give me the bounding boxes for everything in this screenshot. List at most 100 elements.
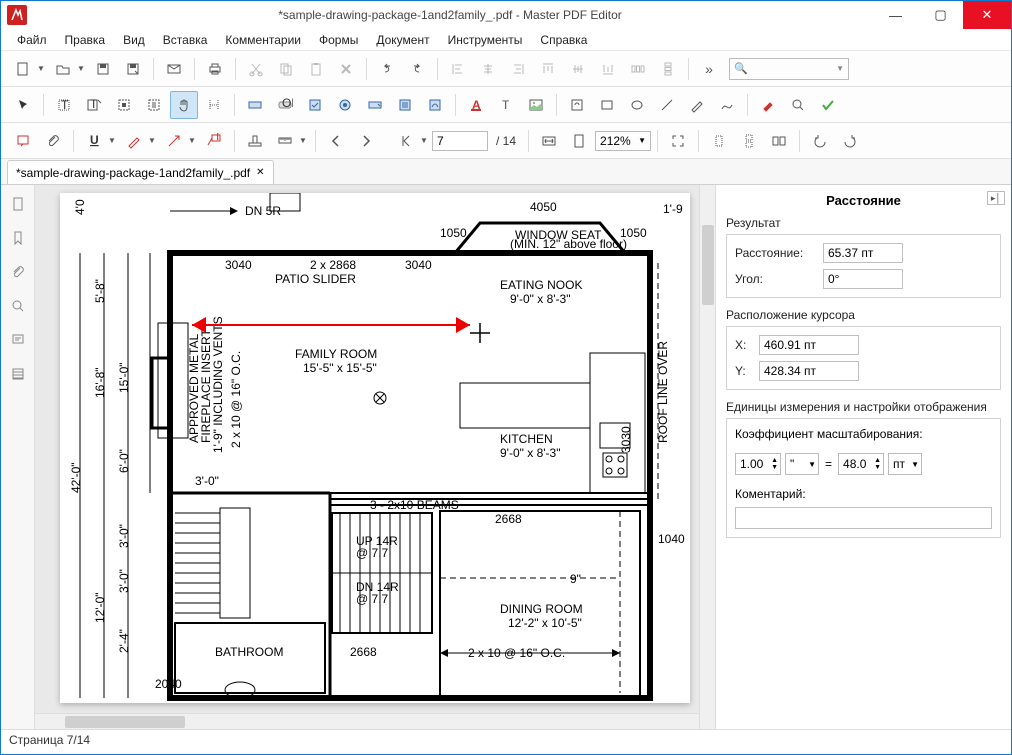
link-tool[interactable] xyxy=(563,91,591,119)
text-tool[interactable]: T xyxy=(50,91,78,119)
dropdown-icon[interactable]: ▼ xyxy=(77,64,87,73)
rotate-right-button[interactable] xyxy=(836,127,864,155)
align-center-v-button[interactable] xyxy=(564,55,592,83)
print-button[interactable] xyxy=(201,55,229,83)
undo-button[interactable] xyxy=(373,55,401,83)
fullscreen-button[interactable] xyxy=(664,127,692,155)
tab-close-icon[interactable]: ✕ xyxy=(256,167,264,178)
page-input[interactable] xyxy=(432,131,488,151)
callout-tool[interactable]: T xyxy=(200,127,228,155)
stamp-tool[interactable] xyxy=(241,127,269,155)
rotate-left-button[interactable] xyxy=(806,127,834,155)
pencil-tool[interactable] xyxy=(683,91,711,119)
dropdown-icon[interactable]: ▼ xyxy=(108,136,118,145)
x-value[interactable] xyxy=(759,335,859,355)
find-tool[interactable] xyxy=(784,91,812,119)
first-page-button[interactable] xyxy=(392,127,420,155)
button-form[interactable]: OK xyxy=(271,91,299,119)
edit-text-tool[interactable]: T xyxy=(80,91,108,119)
close-button[interactable]: ✕ xyxy=(963,1,1011,29)
dropdown-icon[interactable]: ▼ xyxy=(836,64,844,73)
rectangle-tool[interactable] xyxy=(593,91,621,119)
redo-button[interactable] xyxy=(403,55,431,83)
menu-insert[interactable]: Вставка xyxy=(155,31,216,49)
delete-button[interactable] xyxy=(332,55,360,83)
menu-forms[interactable]: Формы xyxy=(311,31,366,49)
select-text-tool[interactable] xyxy=(200,91,228,119)
save-as-button[interactable] xyxy=(119,55,147,83)
menu-help[interactable]: Справка xyxy=(532,31,595,49)
menu-file[interactable]: Файл xyxy=(9,31,55,49)
scale-a-spinner[interactable]: 1.00▲▼ xyxy=(735,453,781,475)
insert-text-tool[interactable]: T xyxy=(492,91,520,119)
checkmark-tool[interactable] xyxy=(814,91,842,119)
distribute-h-button[interactable] xyxy=(624,55,652,83)
dropdown-icon[interactable]: ▼ xyxy=(37,64,47,73)
marker-tool[interactable] xyxy=(754,91,782,119)
bookmarks-panel-button[interactable] xyxy=(5,225,31,251)
minimize-button[interactable]: — xyxy=(873,1,918,29)
select-tool[interactable] xyxy=(9,91,37,119)
menu-edit[interactable]: Правка xyxy=(57,31,114,49)
thumbnails-panel-button[interactable] xyxy=(5,191,31,217)
listbox-form[interactable] xyxy=(391,91,419,119)
edit-form-tool[interactable] xyxy=(140,91,168,119)
new-button[interactable] xyxy=(9,55,37,83)
cut-button[interactable] xyxy=(242,55,270,83)
menu-document[interactable]: Документ xyxy=(368,31,437,49)
scale-unit-a-select[interactable]: "▼ xyxy=(785,453,819,475)
layers-panel-button[interactable] xyxy=(5,361,31,387)
panel-expand-button[interactable]: ▸│ xyxy=(987,191,1005,205)
y-value[interactable] xyxy=(759,361,859,381)
comment-input[interactable] xyxy=(735,507,992,529)
arrow-tool[interactable] xyxy=(160,127,188,155)
textbox-form[interactable] xyxy=(241,91,269,119)
align-top-button[interactable] xyxy=(534,55,562,83)
dropdown-icon[interactable]: ▼ xyxy=(148,136,158,145)
scale-unit-b-select[interactable]: пт▼ xyxy=(888,453,922,475)
align-right-button[interactable] xyxy=(504,55,532,83)
prev-page-button[interactable] xyxy=(322,127,350,155)
attachments-panel-button[interactable] xyxy=(5,259,31,285)
document-tab[interactable]: *sample-drawing-package-1and2family_.pdf… xyxy=(7,160,274,184)
search-panel-button[interactable] xyxy=(5,293,31,319)
facing-view[interactable] xyxy=(765,127,793,155)
copy-button[interactable] xyxy=(272,55,300,83)
measure-tool[interactable] xyxy=(271,127,299,155)
menu-tools[interactable]: Инструменты xyxy=(440,31,531,49)
image-tool[interactable] xyxy=(522,91,550,119)
pdf-page[interactable]: WINDOW SEAT (MIN. 12" above floor) DN 5R… xyxy=(60,193,690,703)
vertical-scrollbar[interactable] xyxy=(699,185,715,729)
line-tool[interactable] xyxy=(653,91,681,119)
paste-button[interactable] xyxy=(302,55,330,83)
menu-comments[interactable]: Комментарии xyxy=(217,31,309,49)
horizontal-scrollbar[interactable] xyxy=(35,713,699,729)
fit-page-button[interactable] xyxy=(565,127,593,155)
scale-b-spinner[interactable]: 48.0▲▼ xyxy=(838,453,884,475)
dropdown-icon[interactable]: ▼ xyxy=(299,136,309,145)
continuous-view[interactable] xyxy=(735,127,763,155)
dropdown-icon[interactable]: ▼ xyxy=(188,136,198,145)
checkbox-form[interactable] xyxy=(301,91,329,119)
save-button[interactable] xyxy=(89,55,117,83)
email-button[interactable] xyxy=(160,55,188,83)
ellipse-tool[interactable] xyxy=(623,91,651,119)
signature-form[interactable] xyxy=(421,91,449,119)
radio-form[interactable] xyxy=(331,91,359,119)
single-page-view[interactable] xyxy=(705,127,733,155)
align-bottom-button[interactable] xyxy=(594,55,622,83)
fit-width-button[interactable] xyxy=(535,127,563,155)
attachment-tool[interactable] xyxy=(39,127,67,155)
draw-tool[interactable] xyxy=(120,127,148,155)
distance-value[interactable] xyxy=(823,243,903,263)
maximize-button[interactable]: ▢ xyxy=(918,1,963,29)
overflow-button[interactable]: » xyxy=(695,55,723,83)
dropdown-icon[interactable]: ▼ xyxy=(420,136,430,145)
search-input[interactable]: 🔍 ▼ xyxy=(729,58,849,80)
zoom-select[interactable]: 212%▼ xyxy=(595,131,651,151)
combobox-form[interactable] xyxy=(361,91,389,119)
comments-panel-button[interactable] xyxy=(5,327,31,353)
menu-view[interactable]: Вид xyxy=(115,31,153,49)
note-tool[interactable] xyxy=(9,127,37,155)
highlight-tool[interactable]: A xyxy=(462,91,490,119)
